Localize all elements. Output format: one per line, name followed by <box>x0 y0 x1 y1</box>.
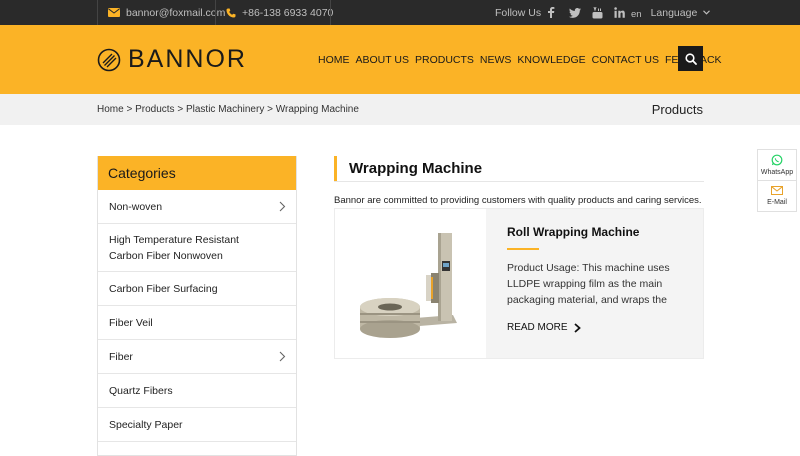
site-header: BANNOR HOME ABOUT US PRODUCTS NEWS KNOWL… <box>0 25 800 94</box>
search-icon <box>684 52 697 65</box>
nav-products[interactable]: PRODUCTS <box>415 54 474 66</box>
breadcrumb-separator: > <box>174 104 186 115</box>
page-title-bar: Wrapping Machine <box>334 156 704 182</box>
breadcrumb: Home > Products > Plastic Machinery > Wr… <box>97 94 359 125</box>
phone-icon <box>226 8 236 17</box>
language-code: en <box>631 9 642 20</box>
nav-about-us[interactable]: ABOUT US <box>356 54 409 66</box>
sidebar-item-carbon-fiber-surfacing[interactable]: Carbon Fiber Surfacing <box>98 272 296 306</box>
read-more-text: READ MORE <box>507 322 568 333</box>
breadcrumb-wrapping-machine[interactable]: Wrapping Machine <box>276 104 359 115</box>
breadcrumb-separator: > <box>123 104 136 115</box>
nav-knowledge[interactable]: KNOWLEDGE <box>517 54 585 66</box>
product-image[interactable] <box>335 209 486 358</box>
sidebar-item-quartz-fibers[interactable]: Quartz Fibers <box>98 374 296 408</box>
title-accent <box>334 156 337 181</box>
whatsapp-label: WhatsApp <box>760 169 794 176</box>
logo[interactable]: BANNOR <box>97 45 247 74</box>
sidebar-item-label: Carbon Fiber Nonwoven <box>109 249 223 262</box>
product-name-underline <box>507 248 539 250</box>
sidebar-item-label: Fiber Veil <box>109 316 153 329</box>
whatsapp-icon <box>771 154 783 166</box>
email-label: E-Mail <box>767 199 787 206</box>
sidebar-item-label: Specialty Paper <box>109 418 183 431</box>
twitter-icon[interactable] <box>569 7 581 18</box>
topbar-divider <box>330 0 331 25</box>
envelope-icon <box>108 8 120 17</box>
language-label: Language <box>650 6 698 19</box>
topbar-email-text: bannor@foxmail.com <box>126 6 226 19</box>
follow-us-label: Follow Us <box>495 0 541 25</box>
sidebar-item-label: Carbon Fiber Surfacing <box>109 282 218 295</box>
sidebar-item-specialty-paper[interactable]: Specialty Paper <box>98 408 296 442</box>
logo-mark-icon <box>97 48 121 71</box>
topbar-divider <box>97 0 98 25</box>
sidebar-item-non-woven[interactable]: Non-woven <box>98 190 296 224</box>
sidebar-item-label: Quartz Fibers <box>109 384 173 397</box>
breadcrumb-home[interactable]: Home <box>97 104 124 115</box>
product-description: Product Usage: This machine uses LLDPE w… <box>507 262 670 306</box>
topbar-phone-text: +86-138 6933 4070 <box>242 6 334 19</box>
sidebar-item-label: High Temperature Resistant <box>109 233 239 246</box>
main-nav: HOME ABOUT US PRODUCTS NEWS KNOWLEDGE CO… <box>318 25 728 94</box>
topbar-email[interactable]: bannor@foxmail.com <box>108 0 225 25</box>
top-bar: bannor@foxmail.com +86-138 6933 4070 Fol… <box>0 0 800 25</box>
sidebar-item-label: Non-woven <box>109 200 163 213</box>
breadcrumb-separator: > <box>264 104 276 115</box>
linkedin-icon[interactable] <box>614 7 625 18</box>
topbar-divider <box>215 0 216 25</box>
categories-title: Categories <box>98 156 296 190</box>
breadcrumb-bar: Home > Products > Plastic Machinery > Wr… <box>0 94 800 125</box>
facebook-icon[interactable] <box>547 7 555 18</box>
sidebar-item-carbon-fiber-nonwoven[interactable]: High Temperature Resistant Carbon Fiber … <box>98 224 296 272</box>
search-button[interactable] <box>678 46 703 71</box>
logo-text: BANNOR <box>128 45 247 73</box>
page-title: Wrapping Machine <box>349 160 483 177</box>
wrapping-machine-image <box>360 233 457 338</box>
product-name[interactable]: Roll Wrapping Machine <box>507 225 683 239</box>
chevron-right-icon <box>573 322 581 333</box>
chevron-right-icon[interactable] <box>279 351 286 362</box>
product-card[interactable]: Roll Wrapping Machine Product Usage: Thi… <box>334 208 704 359</box>
sidebar-item-label: Fiber <box>109 350 133 363</box>
whatsapp-float-button[interactable]: WhatsApp <box>757 149 797 181</box>
envelope-icon <box>771 186 783 195</box>
breadcrumb-products[interactable]: Products <box>135 104 174 115</box>
categories-sidebar: Categories Non-woven High Temperature Re… <box>97 156 297 456</box>
nav-contact-us[interactable]: CONTACT US <box>592 54 659 66</box>
topbar-phone[interactable]: +86-138 6933 4070 <box>226 0 333 25</box>
section-title: Products <box>651 102 703 117</box>
nav-home[interactable]: HOME <box>318 54 350 66</box>
intro-text: Bannor are committed to providing custom… <box>334 195 702 206</box>
sidebar-item-fiber-veil[interactable]: Fiber Veil <box>98 306 296 340</box>
follow-us-text: Follow Us <box>495 6 542 19</box>
nav-news[interactable]: NEWS <box>480 54 512 66</box>
social-links <box>547 0 625 25</box>
breadcrumb-plastic-machinery[interactable]: Plastic Machinery <box>186 104 264 115</box>
sidebar-item-fiber[interactable]: Fiber <box>98 340 296 374</box>
youtube-icon[interactable] <box>592 6 603 19</box>
chevron-down-icon <box>703 10 711 15</box>
product-card-body: Roll Wrapping Machine Product Usage: Thi… <box>486 209 703 358</box>
chevron-right-icon[interactable] <box>279 201 286 212</box>
read-more-link[interactable]: READ MORE <box>507 322 581 333</box>
email-float-button[interactable]: E-Mail <box>757 181 797 212</box>
language-selector[interactable]: en Language <box>631 0 711 25</box>
